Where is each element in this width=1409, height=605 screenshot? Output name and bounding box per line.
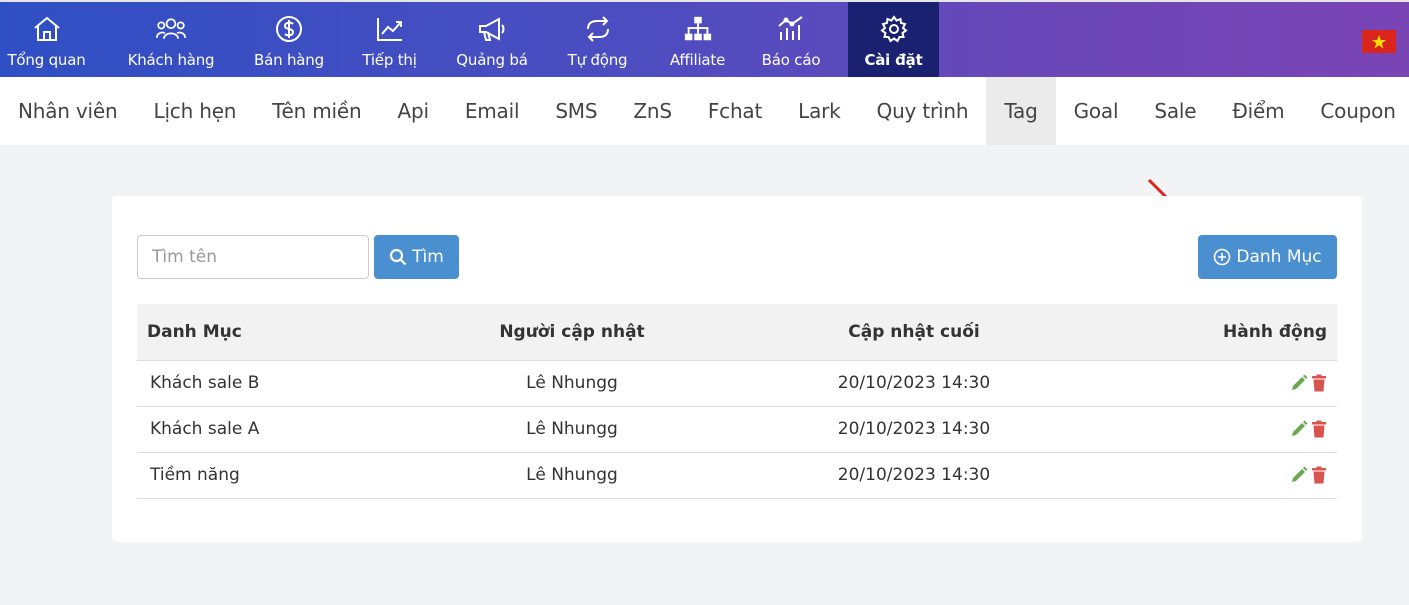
row-name: Tiềm năng [150, 465, 240, 485]
header-cap-nhat-cuoi[interactable]: Cập nhật cuối [737, 304, 1091, 360]
nav-label: Cài đặt [864, 51, 923, 69]
subnav-api[interactable]: Api [379, 77, 446, 145]
sitemap-icon [683, 14, 713, 44]
dollar-icon [274, 14, 304, 44]
header-hanh-dong: Hành động [1223, 321, 1327, 342]
nav-item-ban-hang[interactable]: Bán hàng [249, 2, 329, 77]
report-chart-icon [776, 14, 806, 44]
nav-label: Báo cáo [761, 51, 821, 69]
subnav-fchat[interactable]: Fchat [690, 77, 780, 145]
nav-label: Tiếp thị [362, 51, 417, 69]
row-actions [1091, 406, 1337, 452]
vietnam-flag-icon[interactable] [1362, 30, 1396, 53]
row-updated-by: Lê Nhungg [526, 419, 618, 439]
header-danh-muc[interactable]: Danh Mục [137, 304, 407, 360]
edit-pencil-icon[interactable] [1290, 466, 1308, 484]
row-updated-by: Lê Nhungg [526, 373, 618, 393]
megaphone-icon [477, 14, 507, 44]
trend-chart-icon [375, 14, 405, 44]
nav-item-tong-quan[interactable]: Tổng quan [0, 2, 93, 77]
nav-label: Khách hàng [127, 51, 215, 69]
delete-trash-icon[interactable] [1311, 420, 1327, 438]
home-icon [32, 14, 62, 44]
nav-item-affiliate[interactable]: Affiliate [661, 2, 734, 77]
delete-trash-icon[interactable] [1311, 466, 1327, 484]
table-row: Tiềm năng Lê Nhungg 20/10/2023 14:30 [137, 452, 1337, 498]
nav-item-bao-cao[interactable]: Báo cáo [734, 2, 848, 77]
subnav-tag[interactable]: Tag [986, 77, 1056, 145]
nav-item-cai-dat[interactable]: Cài đặt [848, 2, 939, 77]
header-nguoi-cap-nhat[interactable]: Người cập nhật [407, 304, 737, 360]
subnav-zns[interactable]: ZnS [615, 77, 689, 145]
subnav-coupon[interactable]: Coupon [1302, 77, 1409, 145]
gear-icon [879, 14, 909, 44]
nav-item-tiep-thi[interactable]: Tiếp thị [329, 2, 450, 77]
subnav-nhan-vien[interactable]: Nhân viên [0, 77, 136, 145]
subnav-email[interactable]: Email [447, 77, 538, 145]
nav-label: Quảng bá [456, 51, 528, 69]
tag-card: Tìm Danh Mục Danh Mục Người cập nhật Cập… [112, 196, 1362, 542]
plus-circle-icon [1214, 248, 1231, 266]
table-row: Khách sale B Lê Nhungg 20/10/2023 14:30 [137, 360, 1337, 406]
subnav-goal[interactable]: Goal [1056, 77, 1137, 145]
delete-trash-icon[interactable] [1311, 374, 1327, 392]
search-input[interactable] [137, 235, 369, 279]
search-button[interactable]: Tìm [374, 235, 459, 279]
table-header-row: Danh Mục Người cập nhật Cập nhật cuối Hà… [137, 304, 1337, 360]
nav-item-quang-ba[interactable]: Quảng bá [450, 2, 534, 77]
nav-label: Tự động [567, 51, 628, 69]
top-navigation: Tổng quan Khách hàng Bán hàng Tiếp thị Q… [0, 0, 1409, 77]
subnav-sale[interactable]: Sale [1136, 77, 1214, 145]
repeat-icon [583, 14, 613, 44]
row-updated-at: 20/10/2023 14:30 [837, 419, 991, 439]
nav-item-khach-hang[interactable]: Khách hàng [93, 2, 249, 77]
search-icon [390, 248, 407, 266]
row-name: Khách sale A [150, 419, 260, 439]
row-actions [1091, 360, 1337, 406]
subnav-sms[interactable]: SMS [537, 77, 615, 145]
table-row: Khách sale A Lê Nhungg 20/10/2023 14:30 [137, 406, 1337, 452]
row-name: Khách sale B [150, 373, 260, 393]
edit-pencil-icon[interactable] [1290, 420, 1308, 438]
add-category-label: Danh Mục [1236, 247, 1322, 267]
add-category-button[interactable]: Danh Mục [1198, 235, 1337, 279]
nav-label: Bán hàng [254, 51, 324, 69]
row-updated-at: 20/10/2023 14:30 [837, 373, 991, 393]
nav-label: Tổng quan [7, 51, 86, 69]
row-updated-at: 20/10/2023 14:30 [837, 465, 991, 485]
row-actions [1091, 452, 1337, 498]
subnav-lark[interactable]: Lark [780, 77, 858, 145]
tag-table: Danh Mục Người cập nhật Cập nhật cuối Hà… [137, 304, 1337, 499]
subnav-quy-trinh[interactable]: Quy trình [859, 77, 987, 145]
edit-pencil-icon[interactable] [1290, 374, 1308, 392]
users-icon [156, 14, 186, 44]
row-updated-by: Lê Nhungg [526, 465, 618, 485]
search-button-label: Tìm [412, 247, 444, 267]
subnav-ten-mien[interactable]: Tên miền [254, 77, 379, 145]
subnav-diem[interactable]: Điểm [1214, 77, 1302, 145]
subnav-lich-hen[interactable]: Lịch hẹn [136, 77, 255, 145]
nav-item-tu-dong[interactable]: Tự động [534, 2, 661, 77]
nav-label: Affiliate [669, 51, 726, 69]
settings-subnav: Nhân viên Lịch hẹn Tên miền Api Email SM… [0, 77, 1409, 145]
